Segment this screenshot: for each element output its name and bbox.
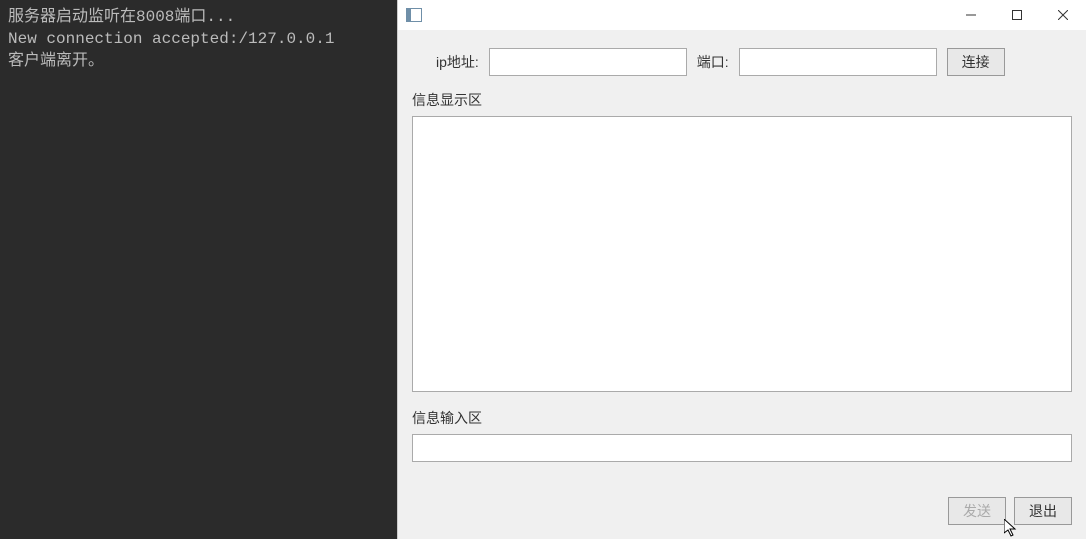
window-titlebar[interactable] bbox=[398, 0, 1086, 30]
connection-row: ip地址: 端口: 连接 bbox=[436, 48, 1072, 76]
ip-input[interactable] bbox=[489, 48, 687, 76]
close-button[interactable] bbox=[1040, 0, 1086, 30]
window-content: ip地址: 端口: 连接 信息显示区 信息输入区 发送 退出 bbox=[398, 30, 1086, 539]
action-buttons-row: 发送 退出 bbox=[412, 497, 1072, 527]
client-window: ip地址: 端口: 连接 信息显示区 信息输入区 发送 退出 bbox=[397, 0, 1086, 539]
port-input[interactable] bbox=[739, 48, 937, 76]
send-button[interactable]: 发送 bbox=[948, 497, 1006, 525]
minimize-icon bbox=[966, 10, 976, 20]
server-console: 服务器启动监听在8008端口... New connection accepte… bbox=[0, 0, 397, 539]
input-area-label: 信息输入区 bbox=[412, 408, 1072, 428]
maximize-icon bbox=[1012, 10, 1022, 20]
console-line: 服务器启动监听在8008端口... bbox=[8, 8, 235, 26]
maximize-button[interactable] bbox=[994, 0, 1040, 30]
ip-label: ip地址: bbox=[436, 52, 479, 72]
message-input[interactable] bbox=[412, 434, 1072, 462]
message-display-area[interactable] bbox=[412, 116, 1072, 392]
port-label: 端口: bbox=[697, 52, 729, 72]
window-controls bbox=[948, 0, 1086, 30]
console-line: New connection accepted:/127.0.0.1 bbox=[8, 30, 334, 48]
display-area-label: 信息显示区 bbox=[412, 90, 1072, 110]
console-line: 客户端离开。 bbox=[8, 52, 104, 70]
app-icon bbox=[406, 8, 422, 22]
minimize-button[interactable] bbox=[948, 0, 994, 30]
connect-button[interactable]: 连接 bbox=[947, 48, 1005, 76]
exit-button[interactable]: 退出 bbox=[1014, 497, 1072, 525]
close-icon bbox=[1058, 10, 1068, 20]
